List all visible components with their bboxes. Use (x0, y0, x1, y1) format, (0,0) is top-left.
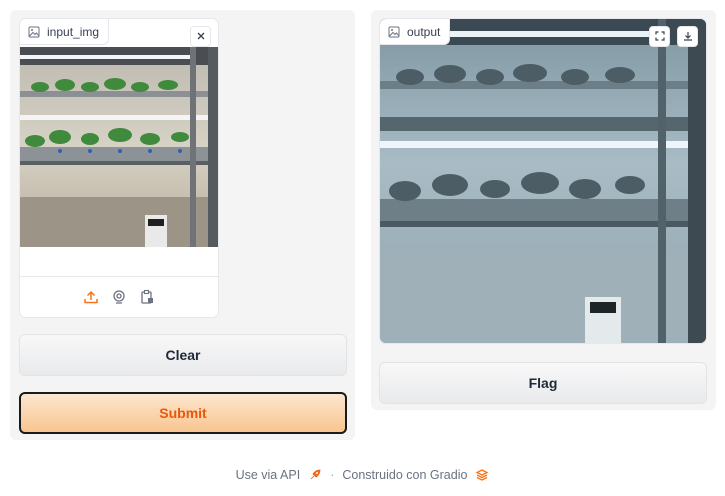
input-panel: input_img Clear Submit (10, 10, 355, 440)
fullscreen-icon (654, 28, 665, 46)
output-image-component: output (379, 18, 707, 344)
close-icon (196, 28, 206, 46)
clear-image-button[interactable] (190, 26, 211, 47)
footer: Use via API · Construido con Gradio (0, 466, 725, 484)
use-via-api-link[interactable]: Use via API (236, 468, 301, 482)
input-label: input_img (47, 24, 100, 39)
output-image (380, 19, 706, 343)
output-label: output (407, 24, 441, 39)
footer-separator: · (330, 468, 335, 482)
input-label-chip: input_img (20, 19, 110, 45)
download-button[interactable] (677, 26, 698, 47)
input-image (20, 47, 218, 247)
output-label-chip: output (380, 19, 451, 45)
fullscreen-button[interactable] (649, 26, 670, 47)
download-icon (683, 28, 693, 46)
submit-button[interactable]: Submit (19, 392, 347, 434)
image-icon (388, 26, 400, 38)
output-panel: output Flag (371, 10, 716, 410)
clear-button[interactable]: Clear (19, 334, 347, 376)
upload-icon[interactable] (82, 288, 100, 306)
webcam-icon[interactable] (110, 288, 128, 306)
gradio-logo-icon (475, 468, 489, 482)
flag-button[interactable]: Flag (379, 362, 707, 404)
image-icon (28, 26, 40, 38)
clipboard-icon[interactable] (138, 288, 156, 306)
rocket-icon (308, 468, 322, 482)
built-with-gradio-link[interactable]: Construido con Gradio (342, 468, 467, 482)
image-source-bar (20, 276, 218, 317)
input-image-component[interactable]: input_img (19, 18, 219, 318)
